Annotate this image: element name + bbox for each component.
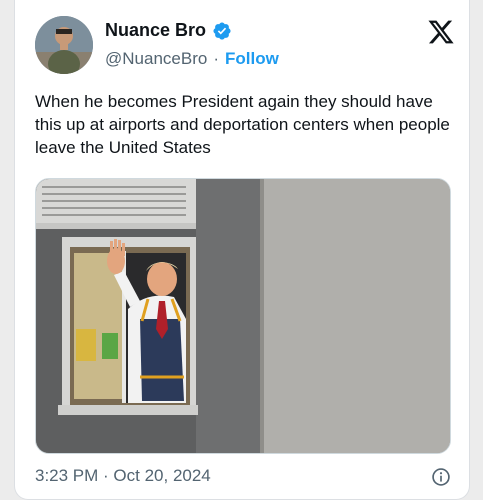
follow-button[interactable]: Follow [225, 49, 279, 69]
author-handle[interactable]: @NuanceBro [105, 49, 207, 69]
tweet-footer: 3:23 PM · Oct 20, 2024 [35, 466, 455, 490]
tweet-card: Nuance Bro @NuanceBro · Follow When he b… [14, 0, 470, 500]
x-logo-icon[interactable] [427, 18, 455, 46]
info-icon[interactable] [431, 467, 451, 487]
avatar[interactable] [35, 16, 93, 74]
handle-separator: · [213, 49, 219, 68]
tweet-photo[interactable] [35, 178, 451, 454]
tweet-timestamp[interactable]: 3:23 PM · Oct 20, 2024 [35, 466, 211, 485]
tweet-text: When he becomes President again they sho… [35, 92, 450, 157]
author-name-row: Nuance Bro [105, 20, 232, 41]
tweet-header: Nuance Bro @NuanceBro · Follow [35, 14, 455, 76]
author-handle-row: @NuanceBro · Follow [105, 49, 279, 69]
verified-badge-icon [213, 21, 231, 40]
author-display-name[interactable]: Nuance Bro [105, 20, 206, 41]
